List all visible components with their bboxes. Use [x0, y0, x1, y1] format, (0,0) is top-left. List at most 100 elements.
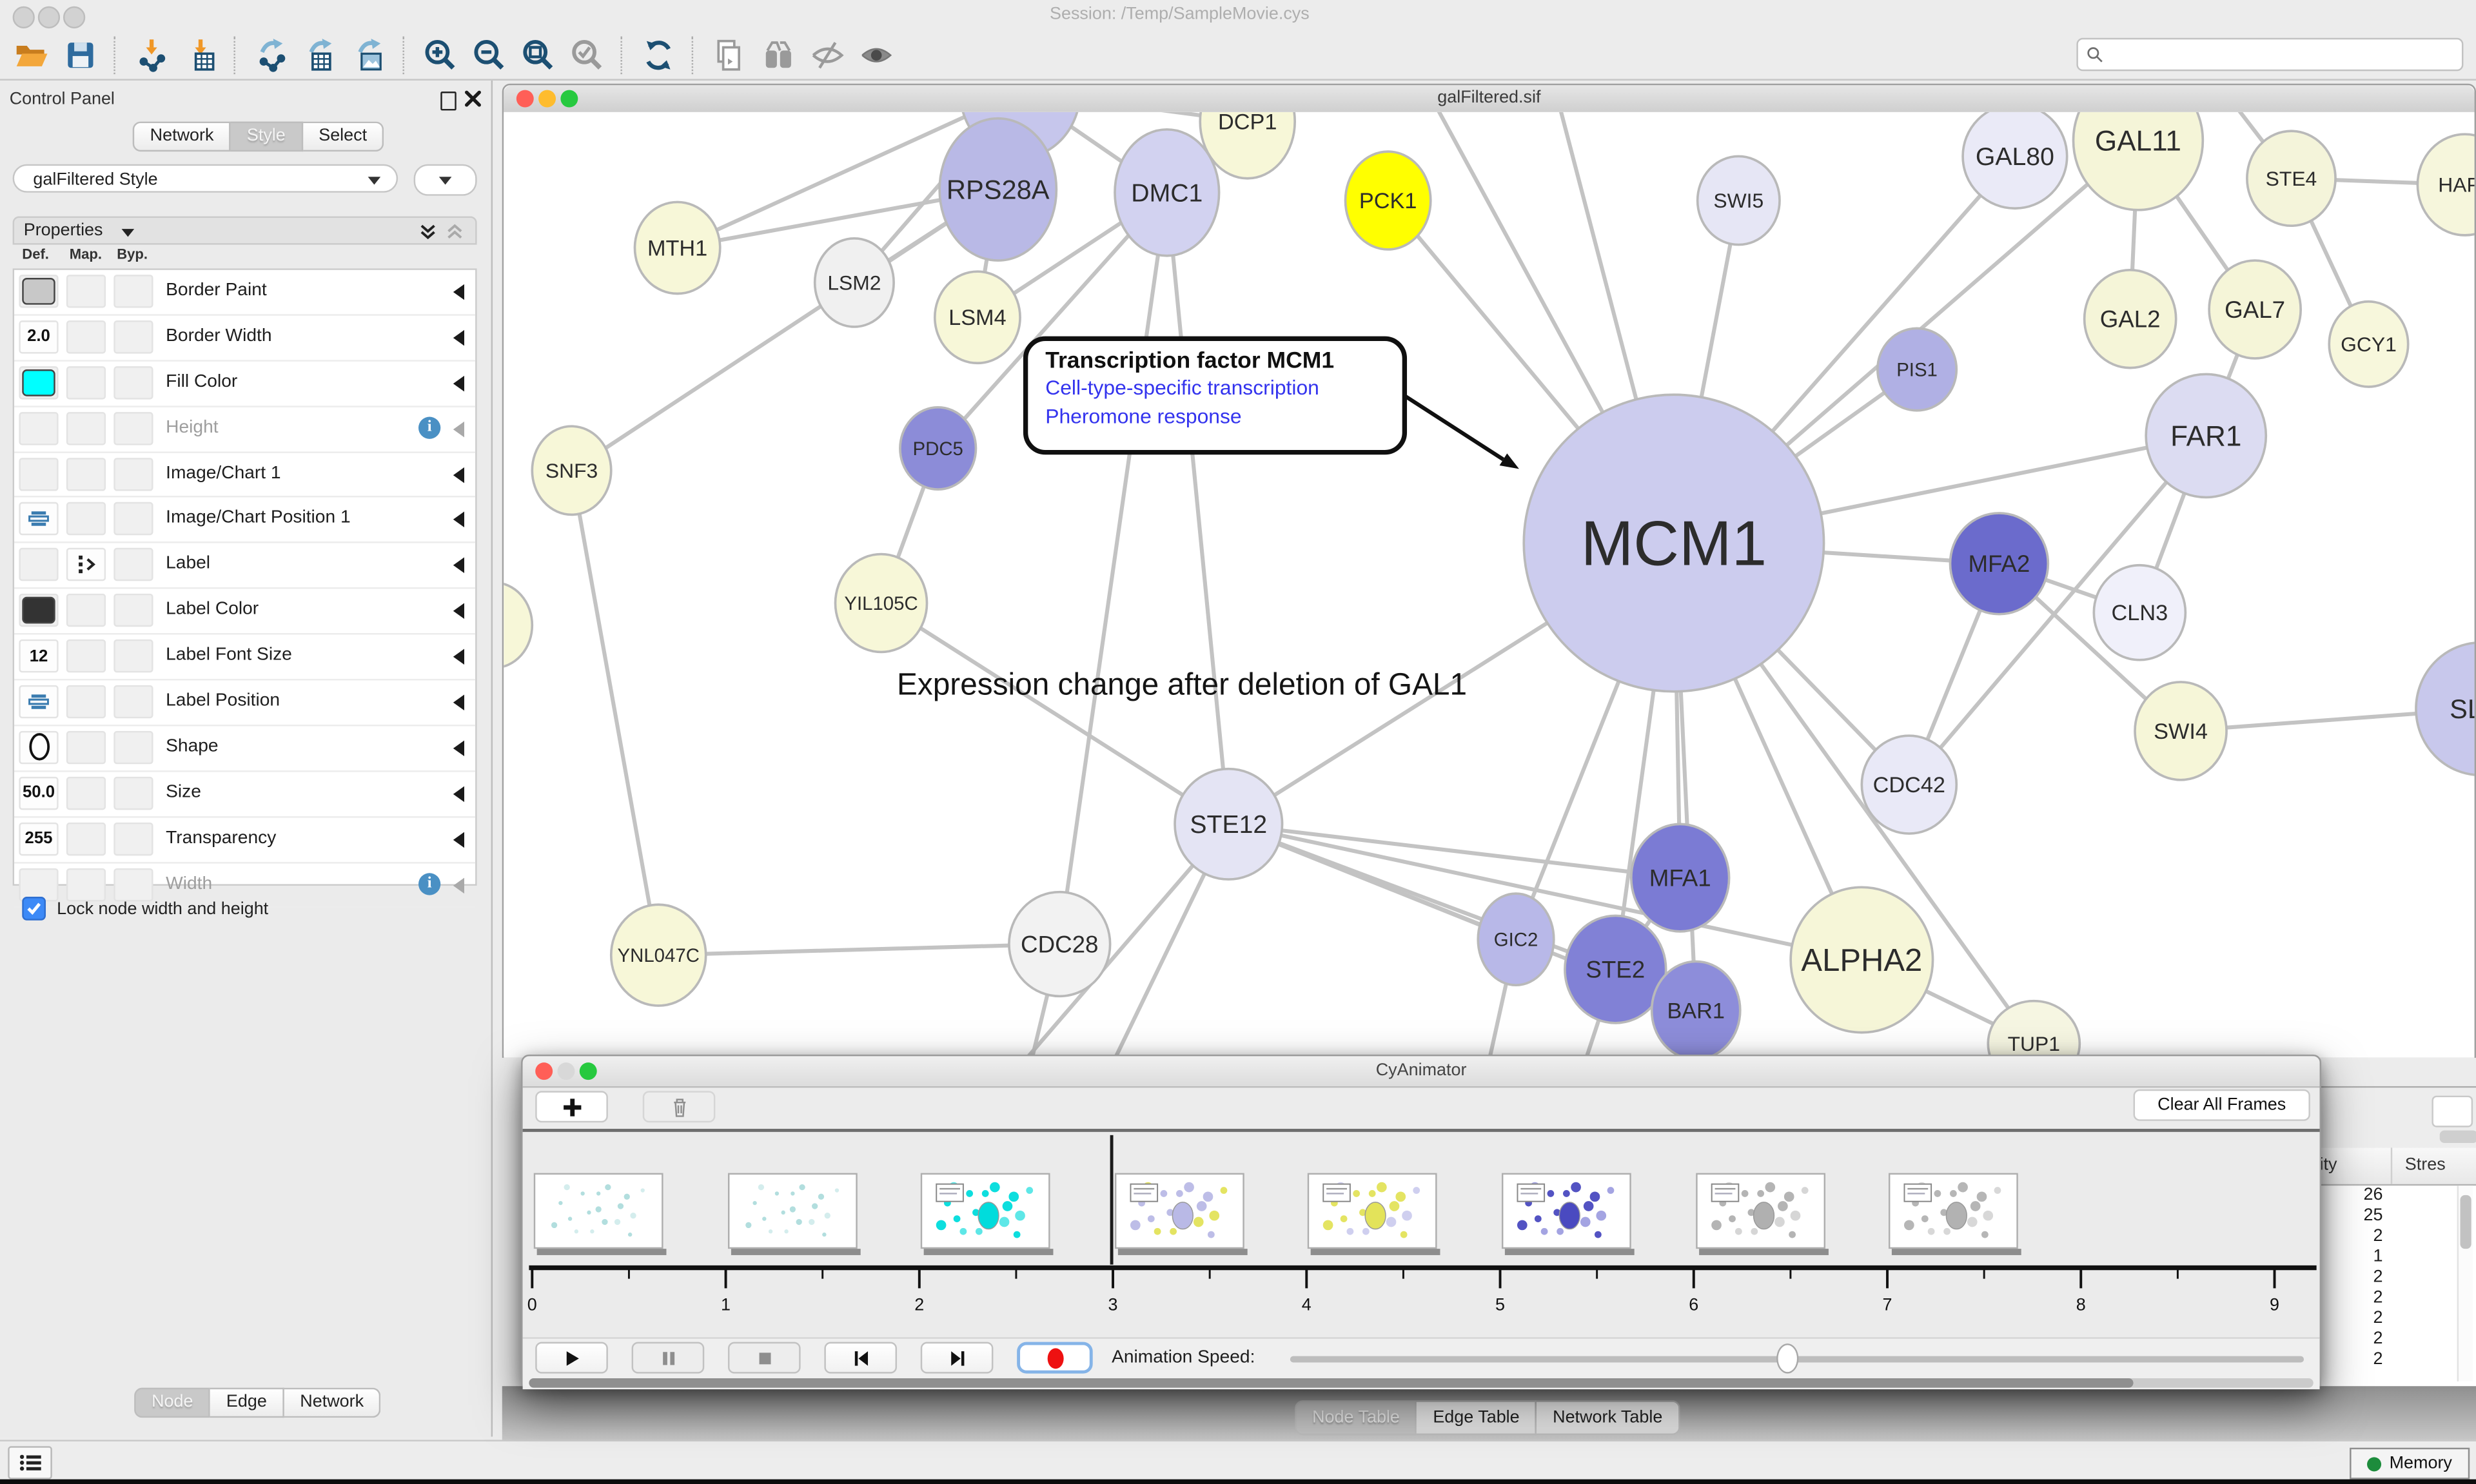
expand-property-icon[interactable] — [453, 284, 464, 300]
property-row-label-font-size[interactable]: 12Label Font Size — [14, 635, 475, 681]
frame-thumbnail[interactable] — [1308, 1173, 1438, 1249]
expand-property-icon[interactable] — [453, 740, 464, 756]
property-cell[interactable] — [113, 320, 153, 353]
tab-node-table[interactable]: Node Table — [1295, 1400, 1417, 1435]
expand-all-icon[interactable] — [418, 222, 437, 241]
skip-to-start-button[interactable] — [824, 1342, 897, 1374]
property-cell[interactable] — [113, 868, 153, 901]
property-cell[interactable] — [19, 685, 58, 718]
property-cell[interactable] — [66, 320, 106, 353]
network-window-titlebar[interactable]: galFiltered.sif — [504, 85, 2474, 113]
property-row-border-width[interactable]: 2.0Border Width — [14, 316, 475, 362]
property-cell[interactable] — [19, 549, 58, 581]
tab-select[interactable]: Select — [303, 122, 384, 152]
property-row-label-position[interactable]: Label Position — [14, 681, 475, 727]
expand-property-icon[interactable] — [453, 421, 464, 436]
search-input[interactable] — [2110, 43, 2432, 65]
info-icon[interactable]: i — [418, 872, 440, 894]
property-row-image-chart-1[interactable]: Image/Chart 1 — [14, 453, 475, 498]
slider-thumb[interactable] — [1776, 1343, 1798, 1374]
expand-property-icon[interactable] — [453, 513, 464, 528]
property-cell[interactable] — [66, 549, 106, 581]
lock-checkbox[interactable] — [22, 897, 46, 921]
tab-node[interactable]: Node — [134, 1388, 210, 1418]
column-divider[interactable] — [2391, 1147, 2392, 1184]
task-history-button[interactable] — [8, 1446, 52, 1479]
property-cell[interactable] — [113, 776, 153, 809]
open-folder-icon[interactable] — [10, 35, 52, 76]
save-icon[interactable] — [59, 35, 101, 76]
export-network-icon[interactable] — [250, 35, 292, 76]
column-header-stress[interactable]: Stres — [2405, 1156, 2446, 1175]
property-cell[interactable] — [113, 822, 153, 855]
property-cell[interactable]: 50.0 — [19, 776, 58, 809]
property-cell[interactable] — [66, 685, 106, 718]
play-button[interactable] — [535, 1342, 608, 1374]
style-selector[interactable]: galFiltered Style — [13, 164, 398, 193]
property-row-transparency[interactable]: 255Transparency — [14, 817, 475, 863]
property-cell[interactable] — [113, 549, 153, 581]
property-cell[interactable] — [113, 503, 153, 536]
property-row-border-paint[interactable]: Border Paint — [14, 270, 475, 316]
scrollbar-thumb[interactable] — [2461, 1195, 2471, 1249]
property-cell[interactable] — [113, 731, 153, 764]
annotation-link[interactable]: Pheromone response — [1045, 404, 1402, 433]
refresh-icon[interactable] — [636, 35, 679, 76]
float-panel-icon[interactable] — [440, 92, 456, 110]
record-button[interactable] — [1017, 1342, 1093, 1374]
property-cell[interactable] — [19, 503, 58, 536]
stop-button[interactable] — [728, 1342, 801, 1374]
expand-property-icon[interactable] — [453, 786, 464, 801]
property-row-label[interactable]: Label — [14, 543, 475, 589]
tab-edge-table[interactable]: Edge Table — [1417, 1400, 1537, 1435]
close-panel-icon[interactable] — [464, 90, 482, 108]
import-table-icon[interactable] — [179, 35, 221, 76]
table-toolbar-button[interactable] — [2432, 1096, 2473, 1128]
property-cell[interactable] — [19, 411, 58, 444]
column-header-centrality[interactable]: ity — [2320, 1156, 2337, 1175]
property-cell[interactable]: 2.0 — [19, 320, 58, 353]
expand-property-icon[interactable] — [453, 649, 464, 665]
annotation-caption[interactable]: Expression change after deletion of GAL1 — [897, 668, 1467, 704]
memory-button[interactable]: Memory — [2350, 1448, 2470, 1479]
timeline-frame-5[interactable] — [1502, 1173, 1631, 1255]
pause-button[interactable] — [632, 1342, 705, 1374]
close-window-icon[interactable] — [13, 6, 35, 28]
property-cell[interactable] — [66, 411, 106, 444]
minimize-window-icon[interactable] — [38, 6, 60, 28]
property-cell[interactable] — [113, 366, 153, 399]
info-icon[interactable]: i — [418, 416, 440, 438]
expand-property-icon[interactable] — [453, 330, 464, 346]
frame-thumbnail[interactable] — [534, 1173, 663, 1249]
property-cell[interactable] — [66, 457, 106, 490]
table-scrollbar[interactable] — [2457, 1186, 2473, 1381]
expand-property-icon[interactable] — [453, 375, 464, 391]
tab-network-table[interactable]: Network Table — [1537, 1400, 1680, 1435]
timeline-frame-7[interactable] — [1889, 1173, 2018, 1255]
frame-thumbnail[interactable] — [1502, 1173, 1631, 1249]
collapse-all-icon[interactable] — [446, 222, 464, 241]
clear-all-frames-button[interactable]: Clear All Frames — [2134, 1089, 2310, 1121]
property-cell[interactable] — [113, 457, 153, 490]
color-swatch[interactable] — [22, 278, 55, 305]
zoom-fit-icon[interactable] — [516, 35, 559, 76]
export-image-icon[interactable] — [348, 35, 390, 76]
expand-property-icon[interactable] — [453, 877, 464, 893]
frame-thumbnail[interactable] — [1695, 1173, 1825, 1249]
property-cell[interactable] — [66, 594, 106, 627]
property-cell[interactable]: 255 — [19, 822, 58, 855]
color-swatch[interactable] — [22, 597, 55, 624]
tab-network[interactable]: Network — [133, 122, 231, 152]
property-cell[interactable] — [19, 868, 58, 901]
cyanimator-titlebar[interactable]: CyAnimator — [523, 1056, 2320, 1088]
property-cell[interactable] — [113, 685, 153, 718]
expand-property-icon[interactable] — [453, 832, 464, 847]
timeline-frame-4[interactable] — [1308, 1173, 1438, 1255]
search-box[interactable] — [2076, 38, 2463, 71]
property-cell[interactable] — [66, 503, 106, 536]
binoculars-icon[interactable] — [756, 35, 799, 76]
property-cell[interactable] — [19, 594, 58, 627]
zoom-selected-icon[interactable] — [565, 35, 608, 76]
property-cell[interactable] — [66, 868, 106, 901]
property-cell[interactable] — [66, 822, 106, 855]
